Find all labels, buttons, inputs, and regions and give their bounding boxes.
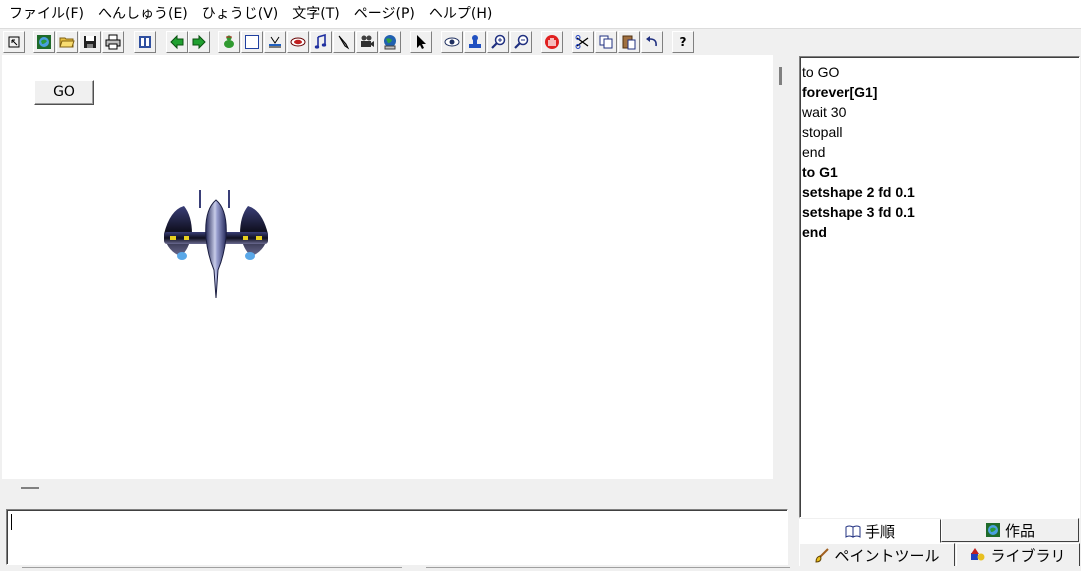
scrollbar-thumb[interactable] [779,67,782,85]
tab-procedures-label: 手順 [864,522,895,541]
spaceship-turtle[interactable] [158,186,274,300]
stage-vertical-scrollbar[interactable] [773,55,789,479]
paste-icon[interactable] [618,31,640,53]
procedure-line: setshape 2 fd 0.1 [802,184,915,200]
toolbar: ? [0,28,1081,55]
procedure-line: setshape 3 fd 0.1 [802,204,915,220]
video-icon[interactable] [356,31,378,53]
tab-paint-label: ペイントツール [834,546,940,565]
status-bar [0,566,1081,571]
zoom-out-icon[interactable] [510,31,532,53]
paintbrush-icon [814,547,830,563]
new-turtle-icon[interactable] [218,31,240,53]
print-icon[interactable] [102,31,124,53]
zoom-in-icon[interactable] [487,31,509,53]
undo-icon[interactable] [641,31,663,53]
open-book-icon [845,523,861,539]
status-segment [22,567,402,571]
open-folder-icon[interactable] [56,31,78,53]
menu-help[interactable]: ヘルプ(H) [422,0,499,28]
tab-library-label: ライブラリ [990,546,1066,565]
procedures-editor[interactable]: to GO forever[G1] wait 30 stopall end to… [799,56,1080,518]
select-arrow-icon[interactable] [410,31,432,53]
web-globe-icon[interactable] [379,31,401,53]
page-view-icon[interactable] [134,31,156,53]
text-caret [11,514,12,530]
shapes-library-icon [970,547,986,563]
tab-paint-tools[interactable]: ペイントツール [799,543,955,567]
tab-procedures[interactable]: 手順 [799,519,941,543]
menu-view[interactable]: ひょうじ(V) [195,0,286,28]
tab-projects[interactable]: 作品 [941,518,1079,542]
copy-icon[interactable] [595,31,617,53]
button-tool-icon[interactable] [287,31,309,53]
menu-page[interactable]: ページ(P) [347,0,422,28]
procedure-line: wait 30 [802,104,847,120]
menu-text[interactable]: 文字(T) [285,0,346,28]
previous-page-icon[interactable] [166,31,188,53]
stage-bottom-bar [2,479,789,505]
eye-icon[interactable] [441,31,463,53]
sound-icon[interactable] [333,31,355,53]
zoom-corner-icon[interactable] [3,31,25,53]
slider-icon[interactable] [264,31,286,53]
new-project-icon[interactable] [33,31,55,53]
save-icon[interactable] [79,31,101,53]
procedure-line: forever[G1] [802,84,878,100]
tab-projects-label: 作品 [1004,521,1035,540]
menu-edit[interactable]: へんしゅう(E) [91,0,195,28]
procedure-line: end [802,224,827,240]
stop-hand-icon[interactable] [541,31,563,53]
procedure-line: to G1 [802,164,838,180]
text-box-icon[interactable] [241,31,263,53]
cut-icon[interactable] [572,31,594,53]
stamp-icon[interactable] [464,31,486,53]
tab-library[interactable]: ライブラリ [956,543,1080,567]
panel-divider[interactable] [790,55,798,571]
music-icon[interactable] [310,31,332,53]
help-icon[interactable]: ? [672,31,694,53]
stage-canvas[interactable] [2,55,773,479]
status-segment [426,567,790,571]
menu-file[interactable]: ファイル(F) [2,0,91,28]
menu-bar: ファイル(F) へんしゅう(E) ひょうじ(V) 文字(T) ページ(P) ヘル… [0,0,1081,28]
go-button[interactable]: GO [34,80,94,105]
procedure-line: to GO [802,64,840,80]
procedure-line: end [802,144,826,160]
procedure-line: stopall [802,124,843,140]
project-globe-icon [985,522,1001,538]
command-center-input[interactable] [6,509,788,565]
collapse-dash-icon[interactable] [21,487,39,489]
next-page-icon[interactable] [188,31,210,53]
